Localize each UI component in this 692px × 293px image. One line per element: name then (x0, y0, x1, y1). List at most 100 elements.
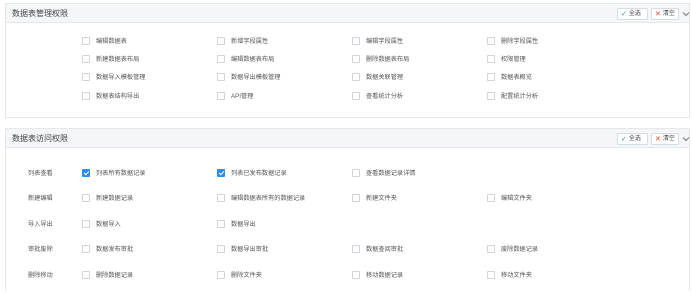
checkbox-label: 编辑字段属性 (366, 37, 404, 45)
checkbox[interactable] (82, 92, 90, 100)
checkbox-label: 新建数据记录 (96, 194, 134, 202)
checkbox[interactable] (352, 73, 360, 81)
checkbox-label: 数据导出 (231, 220, 256, 228)
checkbox[interactable] (352, 92, 360, 100)
checkbox-label: 查看统计分析 (366, 92, 404, 100)
checkbox-label: 删除字段属性 (501, 37, 539, 45)
permission-checkbox-item[interactable]: 删除数据记录 (82, 271, 133, 280)
close-icon: ✕ (655, 135, 661, 143)
checkbox[interactable] (217, 220, 225, 228)
permission-checkbox-item[interactable]: 数据发布审批 (82, 245, 133, 254)
checkbox[interactable] (487, 73, 495, 81)
permission-checkbox-item[interactable]: 删除字段属性 (487, 37, 538, 46)
permission-checkbox-item[interactable]: 列表所有数据记录 (82, 169, 146, 178)
checkbox[interactable] (352, 271, 360, 279)
panel-header: 数据表访问权限 ✓ 全选 ✕ 清空 (6, 129, 690, 148)
checkbox[interactable] (82, 271, 90, 279)
checkbox[interactable] (217, 55, 225, 63)
checkbox-label: 新建文件夹 (366, 194, 397, 202)
permission-checkbox-item[interactable]: 编辑数据表所有的数据记录 (217, 194, 305, 203)
chevron-down-icon[interactable] (682, 133, 690, 145)
checkbox[interactable] (352, 169, 360, 177)
checkbox[interactable] (82, 55, 90, 63)
permission-checkbox-item[interactable]: 列表已发布数据记录 (217, 169, 287, 178)
checkbox-label: 移动数据记录 (366, 271, 404, 279)
permission-checkbox-item[interactable]: 数据导出模板管理 (217, 73, 281, 82)
checkbox[interactable] (82, 245, 90, 253)
permission-checkbox-item[interactable]: 数据表概览 (487, 73, 532, 82)
checkbox[interactable] (352, 245, 360, 253)
panel-title: 数据表管理权限 (12, 9, 68, 18)
checkbox-label: 编辑数据表所有的数据记录 (231, 194, 306, 202)
select-all-button[interactable]: ✓ 全选 (617, 8, 648, 20)
clear-button[interactable]: ✕ 清空 (651, 133, 679, 145)
permission-checkbox-item[interactable]: 删除文件夹 (217, 271, 262, 280)
checkbox[interactable] (352, 37, 360, 45)
checkbox-label: 数据导入 (96, 220, 121, 228)
permission-checkbox-item[interactable]: API管理 (217, 92, 253, 101)
permission-row-label: 列表查看 (28, 169, 53, 177)
chevron-down-icon[interactable] (682, 8, 690, 20)
permission-checkbox-item[interactable]: 数据导入 (82, 220, 121, 229)
checkbox[interactable] (352, 55, 360, 63)
checkbox[interactable] (487, 271, 495, 279)
checkbox[interactable] (82, 194, 90, 202)
checkbox-label: 废除数据记录 (501, 245, 539, 253)
permission-checkbox-item[interactable]: 新建数据表布局 (82, 55, 139, 64)
checkbox-label: 数据发布审批 (96, 245, 134, 253)
checkbox-label: 列表已发布数据记录 (231, 169, 287, 177)
checkbox[interactable] (217, 73, 225, 81)
checkbox-label: 删除数据记录 (96, 271, 134, 279)
checkbox[interactable] (217, 37, 225, 45)
permission-checkbox-item[interactable]: 查看数据记录详情 (352, 169, 416, 178)
checkbox-label: 删除文件夹 (231, 271, 262, 279)
checkbox[interactable] (82, 220, 90, 228)
checkbox[interactable] (82, 37, 90, 45)
permission-checkbox-item[interactable]: 数据查阅审批 (352, 245, 403, 254)
checkbox[interactable] (82, 169, 90, 177)
checkbox[interactable] (82, 73, 90, 81)
permission-checkbox-item[interactable]: 移动文件夹 (487, 271, 532, 280)
checkbox[interactable] (487, 92, 495, 100)
permission-checkbox-item[interactable]: 新建数据记录 (82, 194, 133, 203)
checkbox-label: 编辑文件夹 (501, 194, 532, 202)
select-all-label: 全选 (628, 136, 641, 142)
checkbox[interactable] (217, 169, 225, 177)
permission-checkbox-item[interactable]: 查看统计分析 (352, 92, 403, 101)
permission-checkbox-item[interactable]: 新增字段属性 (217, 37, 268, 46)
checkbox[interactable] (217, 245, 225, 253)
checkbox-label: 新增字段属性 (231, 37, 269, 45)
select-all-label: 全选 (628, 11, 641, 17)
data-table-access-permissions-panel: 数据表访问权限 ✓ 全选 ✕ 清空 列表查看 列表所有数据记录 列表已发布数据记录 查… (5, 128, 690, 291)
checkbox[interactable] (217, 92, 225, 100)
clear-label: 清空 (662, 136, 675, 142)
permission-checkbox-item[interactable]: 数据导入模板管理 (82, 73, 146, 82)
close-icon: ✕ (655, 10, 661, 18)
checkbox[interactable] (217, 271, 225, 279)
permission-checkbox-item[interactable]: 配置统计分析 (487, 92, 538, 101)
checkbox-label: 数据导出模板管理 (231, 73, 281, 81)
permission-checkbox-item[interactable]: 数据导出审批 (217, 245, 268, 254)
checkbox[interactable] (217, 194, 225, 202)
checkbox[interactable] (487, 37, 495, 45)
permission-checkbox-item[interactable]: 编辑数据表 (82, 37, 127, 46)
permission-checkbox-item[interactable]: 删除数据表布局 (352, 55, 409, 64)
permission-checkbox-item[interactable]: 数据导出 (217, 220, 256, 229)
permission-checkbox-item[interactable]: 新建文件夹 (352, 194, 397, 203)
permission-checkbox-item[interactable]: 编辑数据表布局 (217, 55, 274, 64)
checkbox[interactable] (487, 245, 495, 253)
permission-checkbox-item[interactable]: 编辑文件夹 (487, 194, 532, 203)
checkbox[interactable] (487, 55, 495, 63)
checkbox[interactable] (352, 194, 360, 202)
permission-checkbox-item[interactable]: 废除数据记录 (487, 245, 538, 254)
permission-checkbox-item[interactable]: 编辑字段属性 (352, 37, 403, 46)
checkbox-label: 配置统计分析 (501, 92, 539, 100)
permission-row-label: 审批废除 (28, 245, 53, 253)
permission-checkbox-item[interactable]: 权限管理 (487, 55, 526, 64)
permission-checkbox-item[interactable]: 数据关联管理 (352, 73, 403, 82)
permission-checkbox-item[interactable]: 数据表结构导出 (82, 92, 139, 101)
permission-checkbox-item[interactable]: 移动数据记录 (352, 271, 403, 280)
checkbox[interactable] (487, 194, 495, 202)
select-all-button[interactable]: ✓ 全选 (617, 133, 648, 145)
clear-button[interactable]: ✕ 清空 (651, 8, 679, 20)
